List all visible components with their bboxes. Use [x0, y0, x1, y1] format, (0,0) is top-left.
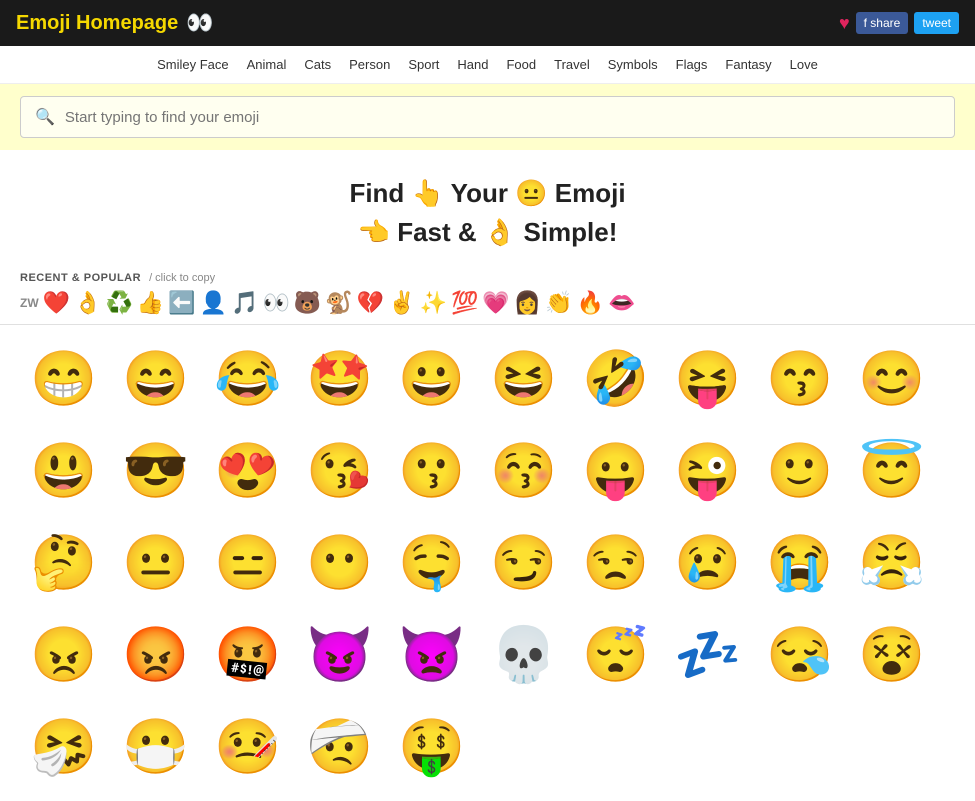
header-right: ♥ f share tweet — [839, 12, 959, 34]
nav-item-flags[interactable]: Flags — [668, 54, 716, 75]
recent-emoji[interactable]: ❤️ — [43, 290, 70, 316]
recent-emoji[interactable]: 🐻 — [294, 290, 321, 316]
search-icon: 🔍 — [35, 107, 55, 127]
nav-item-hand[interactable]: Hand — [449, 54, 496, 75]
recent-click-hint: / click to copy — [149, 272, 215, 284]
recent-emoji[interactable]: 👏 — [545, 290, 572, 316]
emoji-cell[interactable]: 😵 — [848, 611, 936, 699]
recent-emoji[interactable]: 🔥 — [577, 290, 604, 316]
emoji-cell[interactable]: 😊 — [848, 335, 936, 423]
emoji-cell[interactable]: 🙂 — [756, 427, 844, 515]
recent-emoji[interactable]: 👤 — [200, 290, 227, 316]
nav-item-sport[interactable]: Sport — [400, 54, 447, 75]
emoji-cell[interactable]: 😪 — [756, 611, 844, 699]
nav-item-food[interactable]: Food — [498, 54, 544, 75]
emoji-cell[interactable]: 😈 — [296, 611, 384, 699]
emoji-cell[interactable]: 😆 — [480, 335, 568, 423]
emoji-cell[interactable]: 🤧 — [20, 703, 108, 791]
recent-emoji[interactable]: 💔 — [357, 290, 384, 316]
emoji-cell[interactable]: 🤬 — [204, 611, 292, 699]
nav-item-symbols[interactable]: Symbols — [600, 54, 666, 75]
emoji-cell[interactable]: 😐 — [112, 519, 200, 607]
emoji-cell[interactable]: 😴 — [572, 611, 660, 699]
emoji-cell[interactable]: 😘 — [296, 427, 384, 515]
recent-emoji[interactable]: ⬅️ — [168, 290, 195, 316]
emoji-cell[interactable]: 😎 — [112, 427, 200, 515]
recent-emoji[interactable]: 👩 — [514, 290, 541, 316]
nav-item-fantasy[interactable]: Fantasy — [717, 54, 779, 75]
eyes-icon: 👀 — [186, 10, 213, 36]
emoji-cell[interactable]: 😤 — [848, 519, 936, 607]
recent-emoji[interactable]: 🎵 — [231, 290, 258, 316]
nav-item-travel[interactable]: Travel — [546, 54, 598, 75]
emoji-cell[interactable]: 💀 — [480, 611, 568, 699]
recent-label: RECENT & POPULAR — [20, 272, 141, 284]
emoji-cell[interactable]: 😒 — [572, 519, 660, 607]
emoji-cell[interactable]: 😑 — [204, 519, 292, 607]
emoji-cell[interactable]: 😗 — [388, 427, 476, 515]
emoji-cell[interactable]: 🤒 — [204, 703, 292, 791]
fb-share-button[interactable]: f share — [856, 12, 909, 34]
heart-button[interactable]: ♥ — [839, 13, 850, 34]
nav-item-smiley-face[interactable]: Smiley Face — [149, 54, 237, 75]
emoji-cell[interactable]: 😙 — [756, 335, 844, 423]
emoji-cell[interactable]: 😍 — [204, 427, 292, 515]
emoji-cell[interactable]: 😶 — [296, 519, 384, 607]
emoji-cell[interactable]: 😜 — [664, 427, 752, 515]
hero-line1: Find 👆 Your 😐 Emoji — [0, 174, 975, 213]
emoji-cell[interactable]: 😂 — [204, 335, 292, 423]
emoji-cell[interactable]: 🤣 — [572, 335, 660, 423]
emoji-cell[interactable]: 😃 — [20, 427, 108, 515]
hero-section: Find 👆 Your 😐 Emoji 👈 Fast & 👌 Simple! — [0, 150, 975, 268]
emoji-cell[interactable]: 😚 — [480, 427, 568, 515]
emoji-cell[interactable]: 💤 — [664, 611, 752, 699]
emoji-cell[interactable]: 😢 — [664, 519, 752, 607]
emoji-cell[interactable]: 🤕 — [296, 703, 384, 791]
nav-item-animal[interactable]: Animal — [239, 54, 295, 75]
site-title[interactable]: Emoji Homepage — [16, 12, 178, 35]
nav-bar: Smiley FaceAnimalCatsPersonSportHandFood… — [0, 46, 975, 84]
nav-item-love[interactable]: Love — [782, 54, 826, 75]
recent-emoji[interactable]: 👌 — [74, 290, 101, 316]
recent-zw-label: ZW — [20, 296, 39, 310]
emoji-cell[interactable]: 😭 — [756, 519, 844, 607]
emoji-cell[interactable]: 😀 — [388, 335, 476, 423]
recent-emoji[interactable]: ♻️ — [105, 290, 132, 316]
recent-emoji[interactable]: ✨ — [420, 290, 447, 316]
recent-emoji[interactable]: 💯 — [451, 290, 478, 316]
emoji-cell[interactable]: 😷 — [112, 703, 200, 791]
recent-bar: RECENT & POPULAR / click to copy — [0, 268, 975, 286]
recent-emoji[interactable]: 👄 — [608, 290, 635, 316]
header-left: Emoji Homepage 👀 — [16, 10, 214, 36]
emoji-cell[interactable]: 😄 — [112, 335, 200, 423]
recent-emoji[interactable]: 🐒 — [325, 290, 352, 316]
search-box: 🔍 — [20, 96, 955, 138]
header: Emoji Homepage 👀 ♥ f share tweet — [0, 0, 975, 46]
emoji-cell[interactable]: 😠 — [20, 611, 108, 699]
emoji-cell[interactable]: 😡 — [112, 611, 200, 699]
emoji-cell[interactable]: 😏 — [480, 519, 568, 607]
search-input[interactable] — [65, 109, 940, 126]
emoji-cell[interactable]: 👿 — [388, 611, 476, 699]
emoji-cell[interactable]: 😁 — [20, 335, 108, 423]
search-container: 🔍 — [0, 84, 975, 150]
emoji-cell[interactable]: 😛 — [572, 427, 660, 515]
emoji-grid: 😁😄😂🤩😀😆🤣😝😙😊 😃😎😍😘😗😚😛😜🙂😇 🤔😐😑😶🤤😏😒😢😭😤 😠😡🤬😈👿💀😴💤😪😵… — [0, 325, 975, 801]
emoji-cell[interactable]: 🤤 — [388, 519, 476, 607]
tweet-button[interactable]: tweet — [914, 12, 959, 34]
hero-line2: 👈 Fast & 👌 Simple! — [0, 213, 975, 252]
nav-item-cats[interactable]: Cats — [296, 54, 339, 75]
emoji-cell[interactable]: 🤩 — [296, 335, 384, 423]
recent-emoji[interactable]: 👍 — [137, 290, 164, 316]
recent-emoji[interactable]: 👀 — [263, 290, 290, 316]
recent-emojis-row: ZW ❤️👌♻️👍⬅️👤🎵👀🐻🐒💔✌️✨💯💗👩👏🔥👄 — [0, 286, 975, 325]
recent-emoji[interactable]: ✌️ — [388, 290, 415, 316]
emoji-cell[interactable]: 😝 — [664, 335, 752, 423]
emoji-cell[interactable]: 🤑 — [388, 703, 476, 791]
emoji-cell[interactable]: 😇 — [848, 427, 936, 515]
recent-emoji[interactable]: 💗 — [482, 290, 509, 316]
emoji-cell[interactable]: 🤔 — [20, 519, 108, 607]
nav-item-person[interactable]: Person — [341, 54, 398, 75]
